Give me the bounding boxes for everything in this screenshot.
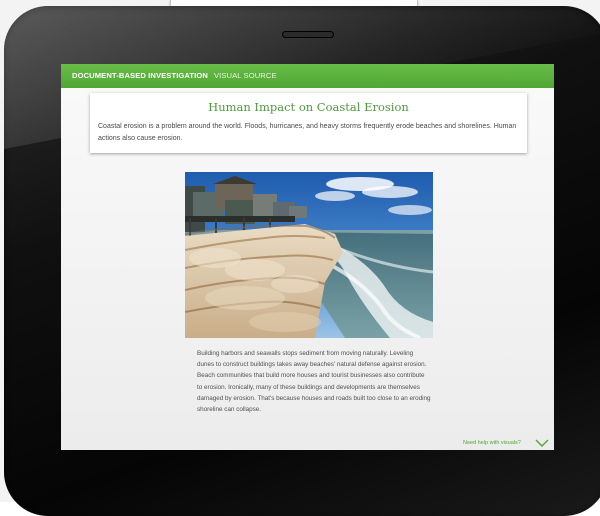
- top-bar: DOCUMENT-BASED INVESTIGATION VISUAL SOUR…: [61, 64, 554, 88]
- tablet-camera: [282, 31, 334, 38]
- intro-text: Coastal erosion is a problem around the …: [98, 123, 517, 142]
- tablet-screen: DOCUMENT-BASED INVESTIGATION VISUAL SOUR…: [61, 64, 554, 450]
- chevron-down-icon[interactable]: [535, 438, 549, 448]
- subsection-title: VISUAL SOURCE: [214, 71, 277, 80]
- intro-card: Human Impact on Coastal Erosion Coastal …: [90, 93, 527, 153]
- photo-graphic: [185, 172, 433, 338]
- page-title: Human Impact on Coastal Erosion: [208, 100, 409, 114]
- section-title: DOCUMENT-BASED INVESTIGATION: [72, 71, 208, 80]
- coastal-erosion-photo: [185, 172, 433, 338]
- photo-caption: Building harbors and seawalls stops sedi…: [197, 350, 431, 414]
- help-link[interactable]: Need help with visuals?: [463, 440, 521, 446]
